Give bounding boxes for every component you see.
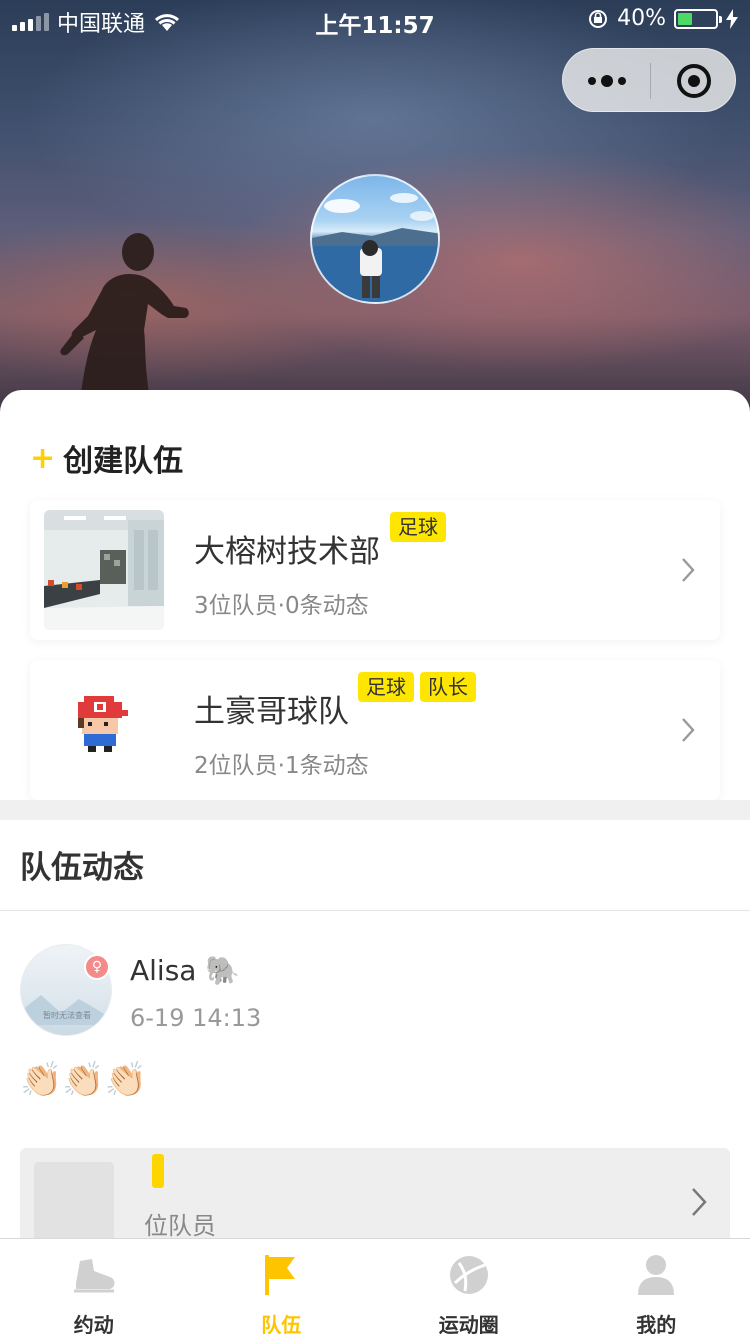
embed-accent-bar — [152, 1154, 164, 1188]
flag-icon — [257, 1253, 305, 1297]
embed-thumbnail — [34, 1162, 114, 1248]
post-team-embed[interactable]: 位队员 — [20, 1148, 730, 1248]
tab-yuedong[interactable]: 约动 — [0, 1239, 188, 1334]
user-icon — [632, 1253, 680, 1297]
tab-duiwu[interactable]: 队伍 — [188, 1239, 376, 1334]
status-right: 40% — [587, 6, 738, 31]
team-meta: 2位队员·1条动态 — [194, 753, 369, 779]
feed-title: 队伍动态 — [20, 850, 144, 886]
team-tags: 足球 — [390, 512, 446, 542]
tag-sport: 足球 — [390, 512, 446, 542]
tag-role: 队长 — [420, 672, 476, 702]
team-card[interactable]: 大榕树技术部 足球 3位队员·0条动态 — [30, 500, 720, 640]
tab-label: 约动 — [73, 1313, 114, 1334]
avatar-photo — [312, 193, 438, 302]
profile-hero: 中国联通 上午11:57 40% — [0, 0, 750, 420]
charging-bolt-icon — [726, 8, 738, 29]
team-card[interactable]: 土豪哥球队 足球 队长 2位队员·1条动态 — [30, 660, 720, 800]
team-tags: 足球 队长 — [358, 672, 476, 702]
embed-meta: 位队员 — [144, 1212, 216, 1240]
post-timestamp: 6-19 14:13 — [130, 1004, 262, 1032]
tab-label: 运动圈 — [438, 1313, 499, 1334]
teams-sheet: + 创建队伍 大榕树技术部 足球 3位队员·0条动态 土豪哥球队 足球 队长 2… — [0, 390, 750, 800]
battery-percent: 40% — [617, 6, 666, 31]
shoe-icon — [70, 1253, 118, 1297]
ball-icon — [445, 1253, 493, 1297]
post-content: 👏🏻👏🏻👏🏻 — [20, 1060, 148, 1100]
tab-wode[interactable]: 我的 — [563, 1239, 750, 1334]
team-meta: 3位队员·0条动态 — [194, 593, 369, 619]
team-thumbnail — [44, 670, 164, 790]
tab-bar: 约动 队伍 运动圈 我的 — [0, 1238, 750, 1334]
target-close-icon[interactable] — [651, 49, 737, 113]
more-dots-icon[interactable] — [563, 49, 650, 113]
tab-label: 队伍 — [261, 1313, 302, 1334]
tab-yundongquan[interactable]: 运动圈 — [375, 1239, 563, 1334]
chevron-right-icon — [682, 558, 695, 582]
female-gender-icon: ♀ — [84, 954, 110, 980]
team-thumbnail — [44, 510, 164, 630]
chevron-right-icon — [682, 718, 695, 742]
section-divider — [0, 800, 750, 820]
user-avatar[interactable] — [310, 174, 440, 304]
battery-icon — [674, 8, 722, 29]
create-team-label: 创建队伍 — [63, 444, 184, 479]
create-team-button[interactable]: + 创建队伍 — [30, 436, 183, 480]
tag-sport: 足球 — [358, 672, 414, 702]
rotation-lock-icon — [589, 9, 608, 28]
mini-program-capsule — [562, 48, 736, 112]
tab-label: 我的 — [636, 1313, 677, 1334]
avatar-placeholder-caption: 暂时无法查看 — [43, 1011, 91, 1020]
runner-silhouette — [60, 233, 189, 400]
status-bar: 中国联通 上午11:57 40% — [0, 0, 750, 40]
plus-icon: + — [30, 440, 56, 476]
post-author[interactable]: Alisa 🐘 — [130, 954, 240, 987]
team-name: 大榕树技术部 — [194, 534, 380, 570]
chevron-right-icon — [692, 1188, 707, 1216]
feed-divider — [0, 910, 750, 911]
team-name: 土豪哥球队 — [194, 694, 349, 730]
